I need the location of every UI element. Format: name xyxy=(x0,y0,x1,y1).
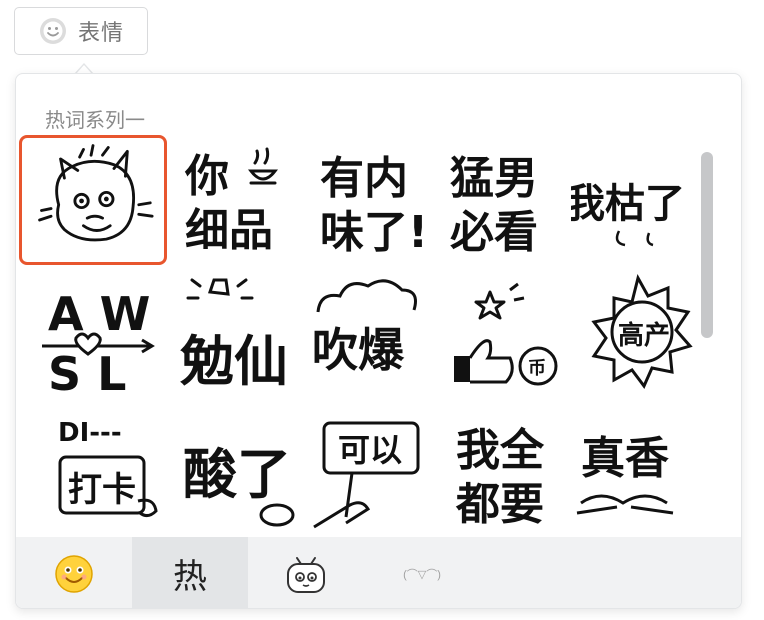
smiley-face-icon xyxy=(55,554,93,593)
tab-emoji[interactable] xyxy=(16,537,132,608)
star-icon xyxy=(474,290,506,320)
sticker-xian-jia[interactable]: 勉仙 xyxy=(170,272,318,402)
sticker-wo-suan-le[interactable]: 我枯了 xyxy=(565,135,719,265)
sticker-zhen-xiang[interactable]: 真香 xyxy=(571,407,719,537)
smile-icon xyxy=(39,18,66,44)
teacup-icon xyxy=(247,147,279,185)
sticker-text-1: 高产 xyxy=(618,320,670,351)
sticker-text-1: 勉仙 xyxy=(180,330,288,393)
tab-kaomoji[interactable]: (⌒▽⌒) xyxy=(364,537,480,608)
sticker-gao-chan[interactable]: 高产 xyxy=(564,272,712,402)
coin-label: 币 xyxy=(528,358,546,379)
tab-hot[interactable]: 热 xyxy=(132,537,248,608)
sticker-awsl[interactable]: A W S L xyxy=(38,272,186,402)
emoji-button[interactable]: 表情 xyxy=(14,7,148,55)
sticker-text-1: 吹爆 xyxy=(312,323,405,377)
scrollbar-thumb[interactable] xyxy=(701,152,713,338)
sticker-text-2: 都要 xyxy=(455,479,544,530)
sticker-you-nei-wei-le[interactable]: 有内 味了! xyxy=(306,135,454,265)
sticker-meng-nan-bi-kan[interactable]: 猛男 必看 xyxy=(442,135,590,265)
sticker-text-1: 猛男 xyxy=(450,153,538,204)
sticker-text-1: 可以 xyxy=(338,431,402,469)
sticker-cat-face[interactable] xyxy=(19,135,167,265)
cat-face-sticker-icon xyxy=(38,144,154,242)
hand-holding-icon xyxy=(313,472,371,529)
sticker-text-1: 你 xyxy=(184,151,229,202)
sticker-chui-bao[interactable]: 吹爆 xyxy=(306,272,454,402)
bowl-hands-icon xyxy=(576,494,674,515)
sticker-ni-xi-pin[interactable]: 你 细品 xyxy=(167,135,315,265)
tab-hot-label: 热 xyxy=(173,557,207,597)
sticker-text-2: 打卡 xyxy=(68,470,136,510)
sticker-text-1: 真香 xyxy=(581,433,669,484)
tv-mascot-icon xyxy=(287,556,325,593)
emoji-panel: 热词系列一 你 细品 有内 味了! 猛男 必看 我枯了 A W S L 勉仙 吹… xyxy=(15,73,742,609)
lemon-icon xyxy=(259,503,295,527)
fist-icon xyxy=(186,278,254,300)
sticker-text-1: 我全 xyxy=(456,425,545,476)
thumb-up-icon xyxy=(454,356,470,382)
sticker-text-1: 酸了 xyxy=(183,443,291,506)
sticker-text-1: 有内 xyxy=(320,153,408,204)
package-title: 热词系列一 xyxy=(45,108,145,132)
emoji-button-label: 表情 xyxy=(77,21,124,46)
sticker-text-1: 我枯了 xyxy=(571,181,685,227)
sticker-wo-quan-dou-yao[interactable]: 我全 都要 xyxy=(442,407,590,537)
sticker-suan-le[interactable]: 酸了 xyxy=(171,407,319,537)
sticker-text-2: 必看 xyxy=(450,207,538,258)
sticker-ke-yi[interactable]: 可以 xyxy=(306,407,454,537)
sticker-text-2: 味了! xyxy=(320,207,428,258)
package-tab-bar: 热 (⌒▽⌒) xyxy=(16,537,741,608)
sticker-text-1: DI--- xyxy=(58,418,122,448)
tear-icon xyxy=(615,230,654,247)
tab-tv[interactable] xyxy=(248,537,364,608)
sticker-text-1: A W xyxy=(48,287,150,341)
sticker-text-2: 细品 xyxy=(185,205,273,256)
sticker-grid: 你 细品 有内 味了! 猛男 必看 我枯了 A W S L 勉仙 吹爆 币 高产… xyxy=(16,132,716,537)
tab-kaomoji-label: (⌒▽⌒) xyxy=(403,568,441,581)
cloud-icon xyxy=(316,279,417,313)
